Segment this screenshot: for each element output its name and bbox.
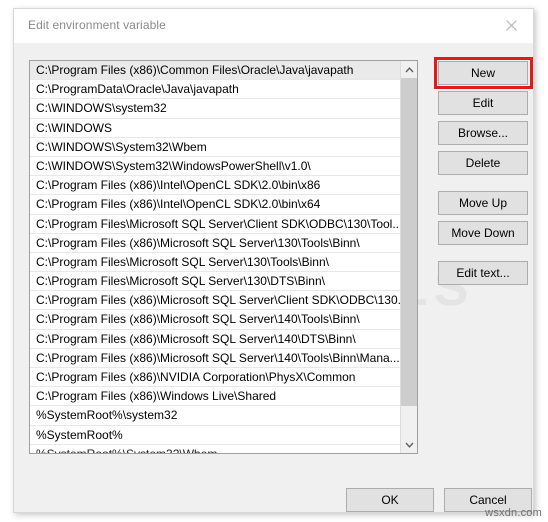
list-item[interactable]: C:\WINDOWS\system32 — [30, 99, 400, 119]
dialog-title: Edit environment variable — [28, 18, 166, 32]
edit-environment-variable-dialog: Edit environment variable APPUALS C:\Pro… — [13, 8, 534, 513]
list-item[interactable]: C:\Program Files (x86)\Microsoft SQL Ser… — [30, 349, 400, 368]
ok-button[interactable]: OK — [346, 488, 434, 512]
chevron-up-icon — [405, 66, 414, 72]
scroll-down-button[interactable] — [401, 436, 417, 453]
browse-button[interactable]: Browse... — [438, 121, 528, 145]
listbox-scrollbar[interactable] — [400, 61, 417, 453]
list-item[interactable]: C:\Program Files (x86)\Windows Live\Shar… — [30, 387, 400, 407]
close-icon — [505, 19, 517, 31]
list-item[interactable]: C:\Program Files\Microsoft SQL Server\Cl… — [30, 215, 400, 234]
corner-watermark: wsxdn.com — [485, 507, 542, 519]
list-item[interactable]: C:\Program Files (x86)\Intel\OpenCL SDK\… — [30, 176, 400, 196]
chevron-down-icon — [405, 442, 414, 448]
delete-button[interactable]: Delete — [438, 151, 528, 175]
list-item[interactable]: C:\WINDOWS\System32\WindowsPowerShell\v1… — [30, 157, 400, 177]
list-item[interactable]: C:\ProgramData\Oracle\Java\javapath — [30, 80, 400, 100]
list-item[interactable]: C:\WINDOWS — [30, 119, 400, 138]
list-item[interactable]: C:\Program Files (x86)\Intel\OpenCL SDK\… — [30, 195, 400, 215]
scrollbar-thumb[interactable] — [401, 78, 417, 406]
list-item[interactable]: C:\Program Files (x86)\Common Files\Orac… — [30, 61, 400, 81]
screen: Edit environment variable APPUALS C:\Pro… — [0, 0, 548, 522]
close-button[interactable] — [489, 9, 533, 41]
list-item[interactable]: C:\Program Files\Microsoft SQL Server\13… — [30, 253, 400, 273]
list-item[interactable]: C:\Program Files (x86)\Microsoft SQL Ser… — [30, 234, 400, 253]
move-down-button[interactable]: Move Down — [438, 221, 528, 245]
list-item[interactable]: C:\Program Files (x86)\Microsoft SQL Ser… — [30, 330, 400, 349]
list-item[interactable]: C:\Program Files (x86)\Microsoft SQL Ser… — [30, 291, 400, 311]
dialog-titlebar: Edit environment variable — [14, 9, 533, 43]
list-item[interactable]: %SystemRoot%\System32\Wbem — [30, 445, 400, 453]
move-up-button[interactable]: Move Up — [438, 191, 528, 215]
edit-button[interactable]: Edit — [438, 91, 528, 115]
scroll-up-button[interactable] — [401, 61, 417, 78]
path-entries-list: C:\Program Files (x86)\Common Files\Orac… — [30, 61, 400, 453]
scrollbar-track[interactable] — [401, 406, 417, 436]
path-entries-listbox[interactable]: C:\Program Files (x86)\Common Files\Orac… — [29, 60, 418, 454]
list-item[interactable]: %SystemRoot% — [30, 426, 400, 445]
list-item[interactable]: C:\Program Files\Microsoft SQL Server\13… — [30, 272, 400, 292]
list-item[interactable]: C:\Program Files (x86)\NVIDIA Corporatio… — [30, 368, 400, 388]
list-item[interactable]: C:\Program Files (x86)\Microsoft SQL Ser… — [30, 310, 400, 330]
edit-text-button[interactable]: Edit text... — [438, 261, 528, 285]
list-item[interactable]: %SystemRoot%\system32 — [30, 406, 400, 426]
dialog-body: APPUALS C:\Program Files (x86)\Common Fi… — [14, 43, 533, 512]
new-button[interactable]: New — [438, 61, 528, 85]
list-item[interactable]: C:\WINDOWS\System32\Wbem — [30, 138, 400, 157]
